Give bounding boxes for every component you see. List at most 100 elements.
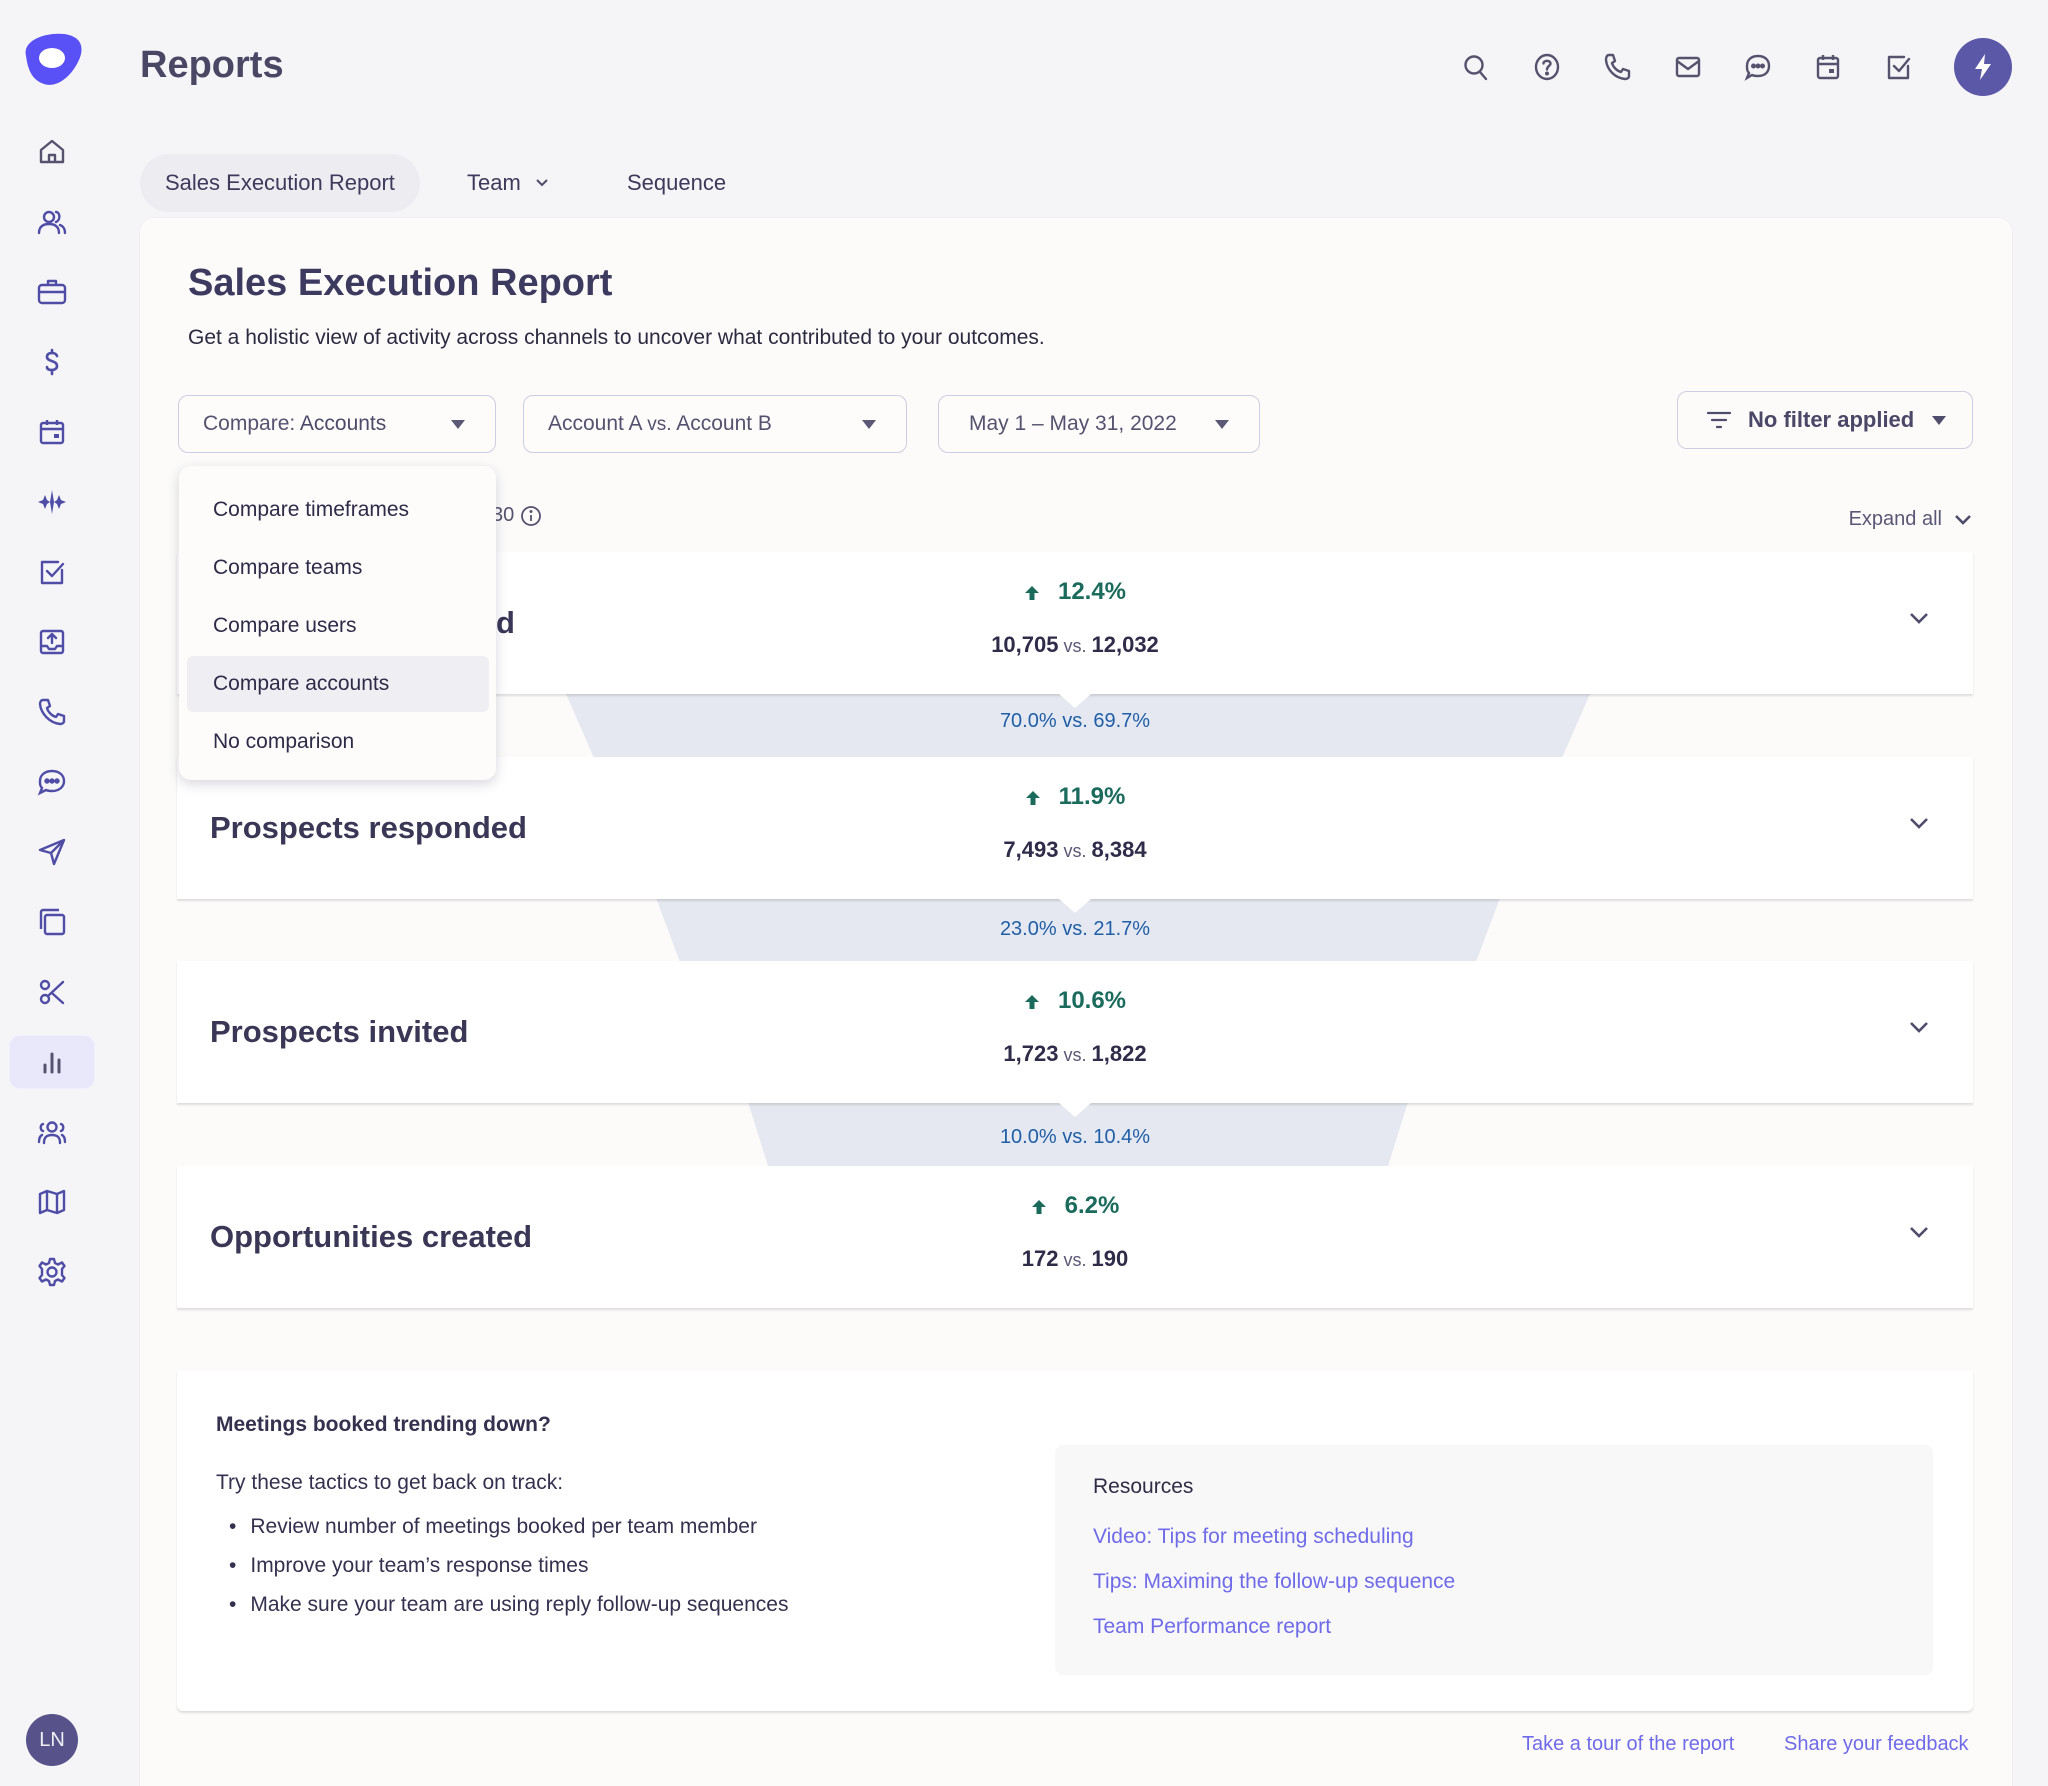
- sidebar-item-meetings[interactable]: [10, 406, 94, 458]
- vs-label: vs.: [1063, 841, 1087, 861]
- chat-icon: [1744, 54, 1771, 81]
- value-a: 10,705: [991, 632, 1059, 657]
- search-button[interactable]: [1459, 50, 1493, 84]
- conversion-a: 70.0%: [999, 710, 1057, 732]
- sidebar-item-snippets[interactable]: [10, 966, 94, 1018]
- send-icon: [38, 838, 66, 866]
- menu-item-compare-users[interactable]: Compare users: [187, 598, 489, 654]
- resource-link[interactable]: Video: Tips for meeting scheduling: [1093, 1525, 1414, 1549]
- waveform-icon: [38, 490, 66, 514]
- inbox-upload-icon: [39, 629, 65, 655]
- take-tour-link[interactable]: Take a tour of the report: [1522, 1733, 1734, 1756]
- sidebar-item-templates[interactable]: [10, 896, 94, 948]
- outreach-logo[interactable]: [20, 32, 84, 88]
- vs-label: vs.: [1063, 636, 1087, 656]
- menu-item-compare-accounts[interactable]: Compare accounts: [187, 656, 489, 712]
- sidebar-item-reports[interactable]: [10, 1036, 94, 1088]
- menu-item-compare-timeframes[interactable]: Compare timeframes: [187, 482, 489, 538]
- vs-label: vs.: [647, 414, 672, 435]
- chevron-down-icon[interactable]: [1909, 817, 1929, 831]
- stage-change: 10.6%: [177, 987, 1973, 1015]
- conversion-b: 21.7%: [1093, 918, 1151, 940]
- vs-label: vs.: [1062, 710, 1088, 732]
- info-icon[interactable]: [520, 505, 542, 527]
- vs-label: vs.: [1062, 1126, 1088, 1148]
- sidebar-item-teams[interactable]: [10, 1106, 94, 1158]
- sidebar: LN: [0, 0, 104, 1786]
- resources-title: Resources: [1093, 1475, 1194, 1498]
- help-button[interactable]: [1530, 50, 1564, 84]
- dollar-icon: [45, 348, 59, 376]
- chevron-down-icon[interactable]: [1909, 1226, 1929, 1240]
- expand-all-button[interactable]: Expand all: [1849, 508, 1972, 531]
- phone-icon: [1604, 53, 1631, 81]
- compare-dropdown[interactable]: Compare: Accounts: [178, 395, 496, 453]
- date-range-value: May 1 – May 31, 2022: [969, 412, 1177, 435]
- report-title: Sales Execution Report: [188, 262, 613, 304]
- sidebar-item-tasks[interactable]: [10, 546, 94, 598]
- stage-values: 7,493 vs. 8,384: [177, 837, 1973, 863]
- sidebar-item-opportunities[interactable]: [10, 336, 94, 388]
- mail-button[interactable]: [1671, 50, 1705, 84]
- caret-down-icon: [1215, 420, 1229, 429]
- chevron-down-icon[interactable]: [1909, 1021, 1929, 1035]
- chevron-down-icon[interactable]: [1909, 612, 1929, 626]
- task-icon: [40, 560, 65, 585]
- user-avatar[interactable]: LN: [26, 1714, 78, 1766]
- value-a: 172: [1021, 1246, 1059, 1271]
- expand-all-label: Expand all: [1848, 508, 1942, 530]
- funnel-stage-row[interactable]: Prospects invited 10.6% 1,723 vs. 1,822: [177, 961, 1973, 1117]
- tab-sequence[interactable]: Sequence: [602, 154, 751, 212]
- tip-item: Make sure your team are using reply foll…: [229, 1585, 788, 1624]
- tips-subtitle: Try these tactics to get back on track:: [216, 1471, 564, 1494]
- briefcase-icon: [37, 279, 67, 305]
- funnel-stage-row[interactable]: Opportunities created 6.2% 172 vs. 190: [177, 1166, 1973, 1308]
- date-range-dropdown[interactable]: May 1 – May 31, 2022: [938, 395, 1260, 453]
- menu-item-no-comparison[interactable]: No comparison: [187, 714, 489, 770]
- share-feedback-link[interactable]: Share your feedback: [1784, 1733, 1969, 1756]
- mail-icon: [1675, 56, 1701, 78]
- sidebar-item-sequences[interactable]: [10, 826, 94, 878]
- sidebar-item-plays[interactable]: [10, 1176, 94, 1228]
- sidebar-item-outbox[interactable]: [10, 616, 94, 668]
- stage-values: 172 vs. 190: [177, 1246, 1973, 1272]
- sidebar-item-calls[interactable]: [10, 686, 94, 738]
- tab-label: Sales Execution Report: [165, 170, 395, 195]
- sidebar-item-prospects[interactable]: [10, 196, 94, 248]
- copy-icon: [39, 908, 66, 936]
- stage-name: Opportunities created: [210, 1219, 533, 1254]
- menu-item-compare-teams[interactable]: Compare teams: [187, 540, 489, 596]
- sidebar-item-settings[interactable]: [10, 1246, 94, 1298]
- help-icon: [1534, 53, 1560, 81]
- chat-button[interactable]: [1741, 50, 1775, 84]
- tasks-button[interactable]: [1882, 50, 1916, 84]
- phone-button[interactable]: [1600, 50, 1634, 84]
- phone-icon: [38, 698, 66, 726]
- filter-button[interactable]: No filter applied: [1677, 391, 1973, 449]
- stage-change-value: 12.4%: [1057, 578, 1127, 605]
- stage-name: Prospects invited: [210, 1014, 469, 1049]
- stage-change-value: 10.6%: [1057, 987, 1127, 1014]
- stage-change-value: 11.9%: [1058, 783, 1126, 810]
- scissors-icon: [39, 979, 65, 1005]
- sidebar-item-home[interactable]: [10, 126, 94, 178]
- tips-list: Review number of meetings booked per tea…: [229, 1507, 788, 1624]
- vs-label: vs.: [1062, 918, 1088, 940]
- quick-action-button[interactable]: [1954, 38, 2012, 96]
- sidebar-item-conversations[interactable]: [10, 756, 94, 808]
- arrow-up-icon: [1025, 791, 1040, 805]
- resource-link[interactable]: Tips: Maximing the follow-up sequence: [1093, 1570, 1455, 1594]
- caret-down-icon: [1932, 416, 1946, 425]
- tab-sales-execution-report[interactable]: Sales Execution Report: [140, 154, 420, 212]
- tab-team[interactable]: Team: [442, 154, 574, 212]
- compare-value: Accounts: [299, 412, 387, 435]
- value-b: 1,822: [1091, 1041, 1147, 1066]
- sidebar-item-kaia[interactable]: [10, 476, 94, 528]
- entities-dropdown[interactable]: Account A vs. Account B: [523, 395, 907, 453]
- sidebar-item-accounts[interactable]: [10, 266, 94, 318]
- gear-icon: [38, 1257, 66, 1287]
- entity-b: Account B: [676, 412, 772, 435]
- bolt-icon: [1975, 54, 1991, 80]
- resource-link[interactable]: Team Performance report: [1093, 1615, 1331, 1639]
- calendar-button[interactable]: [1811, 50, 1845, 84]
